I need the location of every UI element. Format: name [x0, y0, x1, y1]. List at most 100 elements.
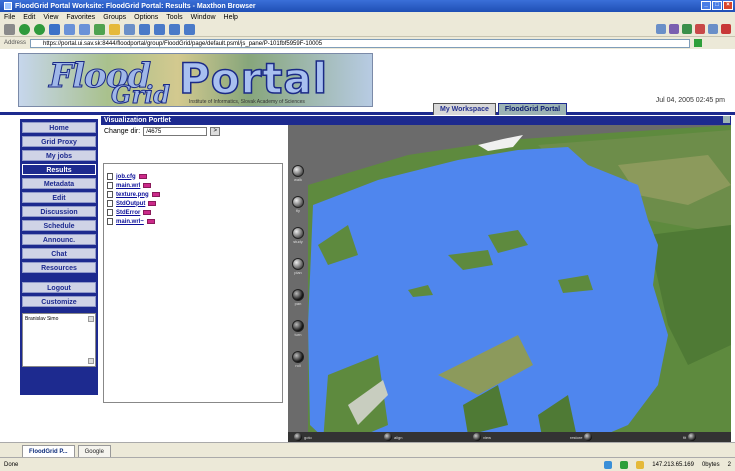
screen-icon[interactable] [656, 24, 666, 34]
menu-favorites[interactable]: Favorites [66, 14, 95, 21]
goto-control[interactable]: goto [294, 433, 312, 441]
file-link[interactable]: StdError [116, 210, 140, 216]
view-control[interactable]: view [473, 433, 491, 441]
print-icon[interactable] [169, 24, 180, 35]
file-link[interactable]: main.wrl~ [116, 219, 144, 225]
study-icon[interactable] [292, 227, 304, 239]
roll-control[interactable]: roll [290, 351, 306, 368]
walk-icon[interactable] [292, 165, 304, 177]
mail-icon[interactable] [139, 24, 150, 35]
restore-control[interactable]: restore [570, 433, 593, 441]
popup-block-icon[interactable] [695, 24, 705, 34]
plan-control[interactable]: plan [290, 258, 306, 275]
fit-control[interactable]: fit [683, 433, 697, 441]
tab-google[interactable]: Google [77, 445, 111, 457]
file-link[interactable]: main.wrl [116, 183, 140, 189]
customize-button[interactable]: Customize [22, 296, 96, 307]
go-icon[interactable] [694, 39, 703, 47]
fit-icon[interactable] [688, 433, 697, 441]
menu-file[interactable]: File [4, 14, 15, 21]
close-page-icon[interactable] [721, 24, 731, 34]
refresh-icon[interactable] [79, 24, 90, 35]
sidebar-item-metadata[interactable]: Metadata [22, 178, 96, 189]
walk-control[interactable]: walk [290, 165, 306, 182]
up-icon[interactable] [49, 24, 60, 35]
sidebar-item-home[interactable]: Home [22, 122, 96, 133]
file-item[interactable]: texture.png [107, 190, 282, 199]
sidebar-item-chat[interactable]: Chat [22, 248, 96, 259]
tools-icon[interactable] [669, 24, 679, 34]
fly-icon[interactable] [292, 196, 304, 208]
file-item[interactable]: job.cfg [107, 172, 282, 181]
align-control[interactable]: align [384, 433, 402, 441]
menu-view[interactable]: View [43, 14, 58, 21]
logout-button[interactable]: Logout [22, 282, 96, 293]
menu-tools[interactable]: Tools [166, 14, 182, 21]
view-file-icon[interactable] [148, 201, 157, 206]
sidebar-icon[interactable] [682, 24, 692, 34]
scroll-down-icon[interactable] [88, 358, 94, 364]
new-page-icon[interactable] [4, 24, 15, 35]
file-link[interactable]: texture.png [116, 192, 149, 198]
tab-my-workspace[interactable]: My Workspace [433, 103, 496, 115]
view-file-icon[interactable] [143, 210, 152, 215]
history-icon[interactable] [124, 24, 135, 35]
url-input[interactable]: https://portal.ui.sav.sk:8444/floodporta… [30, 38, 691, 48]
tab-floodgrid-portal[interactable]: FloodGrid Portal [497, 103, 568, 115]
view-icon[interactable] [473, 433, 481, 441]
plan-icon[interactable] [292, 258, 304, 270]
pan-icon[interactable] [292, 289, 304, 301]
portlet-maximize-icon[interactable] [723, 116, 730, 123]
sidebar-item-results[interactable]: Results [22, 164, 96, 175]
online-users-list[interactable]: Branislav Simo [22, 313, 96, 367]
tab-floodgrid[interactable]: FloodGrid P... [22, 445, 75, 457]
minimize-icon[interactable]: _ [701, 1, 711, 10]
file-item[interactable]: main.wrl~ [107, 217, 282, 226]
sidebar-item-edit[interactable]: Edit [22, 192, 96, 203]
menu-options[interactable]: Options [134, 14, 158, 21]
study-control[interactable]: study [290, 227, 306, 244]
edit-icon[interactable] [184, 24, 195, 35]
sidebar-item-my-jobs[interactable]: My jobs [22, 150, 96, 161]
sidebar-item-schedule[interactable]: Schedule [22, 220, 96, 231]
undo-icon[interactable] [154, 24, 165, 35]
sidebar-item-resources[interactable]: Resources [22, 262, 96, 273]
view-file-icon[interactable] [138, 174, 147, 179]
pan-control[interactable]: pan [290, 289, 306, 306]
turn-icon[interactable] [292, 320, 304, 332]
sidebar-item-discussion[interactable]: Discussion [22, 206, 96, 217]
scroll-up-icon[interactable] [88, 316, 94, 322]
forward-icon[interactable] [34, 24, 45, 35]
back-icon[interactable] [19, 24, 30, 35]
file-link[interactable]: job.cfg [116, 174, 136, 180]
roll-icon[interactable] [292, 351, 304, 363]
restore-icon[interactable] [584, 433, 593, 441]
view-file-icon[interactable] [146, 219, 155, 224]
fly-control[interactable]: fly [290, 196, 306, 213]
menu-help[interactable]: Help [224, 14, 238, 21]
stop-icon[interactable] [64, 24, 75, 35]
menu-edit[interactable]: Edit [23, 14, 35, 21]
vrml-3d-viewer[interactable]: walk fly study plan pan turn roll goto a… [288, 125, 731, 442]
menu-window[interactable]: Window [191, 14, 216, 21]
menu-groups[interactable]: Groups [103, 14, 126, 21]
maximize-icon[interactable]: □ [712, 1, 722, 10]
sidebar-item-grid-proxy[interactable]: Grid Proxy [22, 136, 96, 147]
file-item[interactable]: StdError [107, 208, 282, 217]
file-item[interactable]: main.wrl [107, 181, 282, 190]
close-icon[interactable]: × [723, 1, 733, 10]
dir-input[interactable]: /4675 [143, 127, 208, 136]
goto-icon[interactable] [294, 433, 302, 441]
view-file-icon[interactable] [151, 192, 160, 197]
file-item[interactable]: StdOutput [107, 199, 282, 208]
favorites-icon[interactable] [109, 24, 120, 35]
split-icon[interactable] [708, 24, 718, 34]
dir-go-button[interactable]: > [210, 127, 221, 136]
home-icon[interactable] [94, 24, 105, 35]
view-file-icon[interactable] [143, 183, 152, 188]
flood-terrain-render[interactable] [288, 125, 731, 442]
file-link[interactable]: StdOutput [116, 201, 145, 207]
turn-control[interactable]: turn [290, 320, 306, 337]
sidebar-item-announc[interactable]: Announc. [22, 234, 96, 245]
align-icon[interactable] [384, 433, 392, 441]
